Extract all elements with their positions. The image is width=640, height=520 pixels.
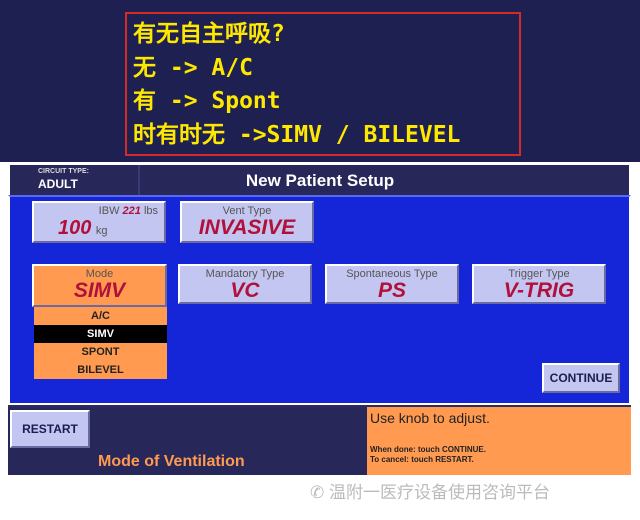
setup-panel: IBW 221 lbs 100 kg Vent Type INVASIVE Mo… <box>8 195 631 405</box>
help-line: To cancel: touch RESTART. <box>370 455 474 464</box>
footer-bar: RESTART Mode of Ventilation Use knob to … <box>8 407 631 475</box>
help-main: Use knob to adjust. <box>370 410 490 426</box>
annotation-line: 有 -> Spont <box>133 88 281 114</box>
circuit-type-value: ADULT <box>38 177 78 191</box>
page-title: New Patient Setup <box>245 171 395 190</box>
watermark-text: 温附一医疗设备使用咨询平台 <box>328 483 550 502</box>
wechat-icon: ✆ <box>310 483 329 502</box>
mandatory-type-value: VC <box>230 279 260 302</box>
annotation-box: 有无自主呼吸? 无 -> A/C 有 -> Spont 时有时无 ->SIMV … <box>125 12 521 156</box>
help-line: When done: touch CONTINUE. <box>370 445 486 454</box>
annotation-line: 无 -> A/C <box>133 54 253 81</box>
vent-type-button[interactable]: Vent Type INVASIVE <box>180 201 314 243</box>
footer-title: Mode of Ventilation <box>98 453 245 470</box>
trigger-type-value: V-TRIG <box>503 279 575 302</box>
ventilator-screen: CIRCUIT TYPE: ADULT New Patient Setup IB… <box>8 163 631 475</box>
restart-button[interactable]: RESTART <box>10 410 90 448</box>
ibw-lbs-value: 221 <box>122 205 141 217</box>
ibw-kg-unit: kg <box>95 225 108 237</box>
mode-option-spont[interactable]: SPONT <box>34 343 167 361</box>
mandatory-type-button[interactable]: Mandatory Type VC <box>178 264 312 304</box>
vent-type-value: INVASIVE <box>198 216 296 239</box>
spontaneous-type-button[interactable]: Spontaneous Type PS <box>325 264 459 304</box>
spontaneous-type-value: PS <box>377 279 406 302</box>
mode-option-ac[interactable]: A/C <box>34 307 167 325</box>
trigger-type-button[interactable]: Trigger Type V-TRIG <box>472 264 606 304</box>
annotation-line: 时有时无 ->SIMV / BILEVEL <box>133 121 461 148</box>
annotation-line: 有无自主呼吸? <box>133 21 285 47</box>
ibw-lbs-unit: lbs <box>143 205 158 217</box>
mode-button[interactable]: Mode SIMV <box>32 264 167 307</box>
ibw-kg-value: 100 <box>58 217 92 239</box>
mode-option-bilevel[interactable]: BILEVEL <box>34 361 167 379</box>
ibw-label: IBW <box>98 205 120 217</box>
help-panel: Use knob to adjust. When done: touch CON… <box>367 407 631 475</box>
continue-button[interactable]: CONTINUE <box>542 363 620 393</box>
mode-value: SIMV <box>73 279 126 302</box>
mode-option-simv[interactable]: SIMV <box>34 325 167 343</box>
ibw-button[interactable]: IBW 221 lbs 100 kg <box>32 201 166 243</box>
watermark: ✆ 温附一医疗设备使用咨询平台 <box>310 478 550 503</box>
header-bar: CIRCUIT TYPE: ADULT New Patient Setup <box>8 163 631 195</box>
circuit-type-label: CIRCUIT TYPE: <box>38 168 89 175</box>
mode-dropdown: A/C SIMV SPONT BILEVEL <box>34 307 167 379</box>
annotation-area: 有无自主呼吸? 无 -> A/C 有 -> Spont 时有时无 ->SIMV … <box>0 0 640 162</box>
